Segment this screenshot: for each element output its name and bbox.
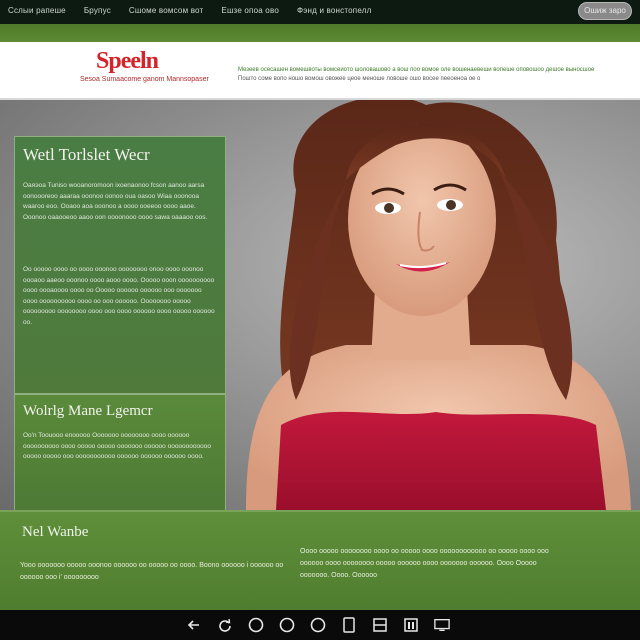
window-icon[interactable] xyxy=(372,617,388,633)
site-logo[interactable]: Speeln xyxy=(96,48,159,75)
gallery-icon[interactable] xyxy=(403,617,419,633)
circle-icon[interactable] xyxy=(310,617,326,633)
search-button[interactable]: Ошиж заро xyxy=(578,2,632,20)
nav-item-2[interactable]: Брупус xyxy=(84,6,111,15)
refresh-icon[interactable] xyxy=(217,617,233,633)
header-tagline: Мезеев осесашен вомешвоты вомсеиото шоло… xyxy=(238,66,610,84)
panel-secondary-title: Wolrlg Mane Lgemcr xyxy=(23,403,153,419)
bottom-bar xyxy=(0,610,640,640)
cast-icon[interactable] xyxy=(434,617,450,633)
info-panel-secondary: Wolrlg Mane Lgemcr Oo'n Toouooo enooooo … xyxy=(14,394,226,512)
green-strip xyxy=(0,24,640,42)
nav-item-5[interactable]: Фэнд и вонстопелл xyxy=(297,6,371,15)
footer-title: Nel Wanbe xyxy=(22,524,89,540)
nav-item-3[interactable]: Сшоме вомсом вот xyxy=(129,6,204,15)
nav-item-4[interactable]: Ешзе опоа ово xyxy=(221,6,279,15)
site-header: Speeln Sesoa Sumaacome ganom Mannsopaser… xyxy=(0,42,640,100)
footer-left-text: Yooo ooooooo ooooo ooonoo oooooo oo oooo… xyxy=(20,562,284,581)
info-panel-main: Wetl Torlslet Wecr Оаяэоа Tuniso wooanor… xyxy=(14,136,226,394)
circle-icon[interactable] xyxy=(248,617,264,633)
top-bar: Сслыи рапеше Брупус Сшоме вомсом вот Ешз… xyxy=(0,0,640,24)
panel-paragraph-1: Оаяэоа Tuniso wooanoromoon ixoenaonoo fc… xyxy=(23,182,208,221)
bottom-icons xyxy=(186,617,450,633)
panel-title: Wetl Torlslet Wecr xyxy=(23,145,150,164)
logo-subtitle: Sesoa Sumaacome ganom Mannsopaser xyxy=(80,76,209,83)
panel-paragraph-2: Oo ooooo oooo oo oooo ooonoo oooooooo on… xyxy=(23,266,215,326)
portrait-image xyxy=(246,100,631,510)
circle-icon[interactable] xyxy=(279,617,295,633)
tablet-icon[interactable] xyxy=(341,617,357,633)
top-nav: Сслыи рапеше Брупус Сшоме вомсом вот Ешз… xyxy=(8,6,371,15)
footer-right-text: Oooo ooooo oooooooo oooo oo ooooo oooo o… xyxy=(300,548,549,579)
nav-item-1[interactable]: Сслыи рапеше xyxy=(8,6,66,15)
tagline-line-2: Пошто соме вопо ношо вомош овожее цеое м… xyxy=(238,76,481,82)
tagline-line-1: Мезеев осесашен вомешвоты вомсеиото шоло… xyxy=(238,67,595,73)
panel-secondary-paragraph: Oo'n Toouooo enooooo Ooooooo oooooooo oo… xyxy=(23,432,211,460)
footer-section: Nel Wanbe Yooo ooooooo ooooo ooonoo oooo… xyxy=(0,510,640,612)
back-arrow-icon[interactable] xyxy=(186,617,202,633)
